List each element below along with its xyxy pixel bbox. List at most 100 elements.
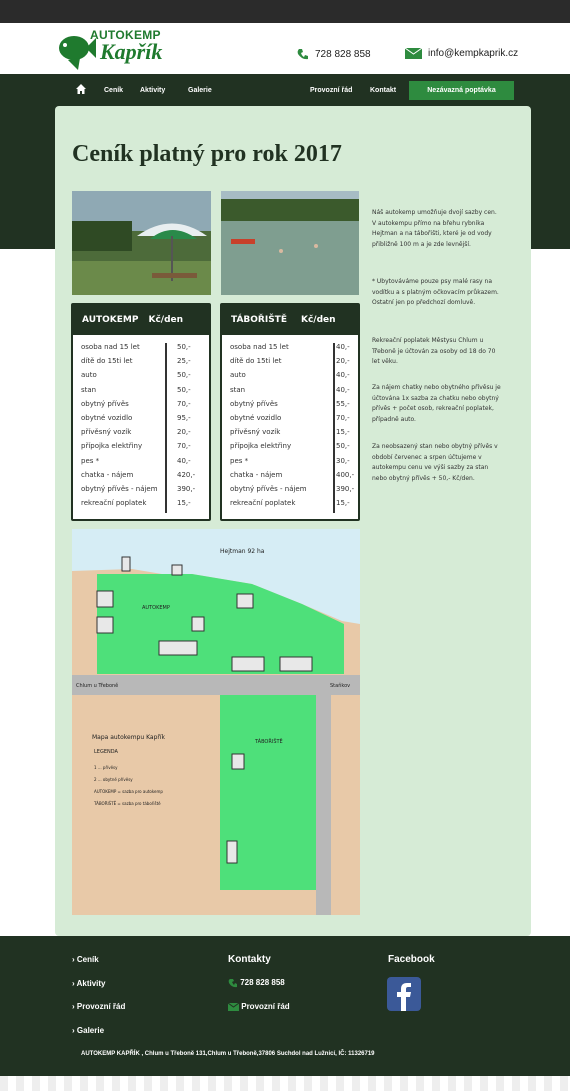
footer-link-galerie[interactable]: › Galerie xyxy=(72,1026,104,1035)
envelope-icon xyxy=(227,1002,240,1011)
price-row: dítě do 15ti let 20,- xyxy=(230,357,352,371)
bottom-strip xyxy=(0,1076,570,1091)
price-item-value: 50,- xyxy=(177,371,191,380)
price-row: přívěsný vozík 20,- xyxy=(81,428,203,442)
footer-phone-text: 728 828 858 xyxy=(240,978,285,988)
price-row: obytný přívěs - nájem 390,- xyxy=(81,485,203,499)
price-item-label: stan xyxy=(81,385,97,394)
price-item-label: chatka - nájem xyxy=(81,470,134,479)
price-item-label: přívěsný vozík xyxy=(230,428,281,437)
price-row: obytný přívěs 55,- xyxy=(230,400,352,414)
page-title: Ceník platný pro rok 2017 xyxy=(72,141,342,167)
header-phone[interactable]: 728 828 858 xyxy=(296,48,371,61)
nav-galerie[interactable]: Galerie xyxy=(188,87,212,94)
map-legend-line: 2 ... obytné přívěsy xyxy=(94,777,133,782)
price-item-value: 50,- xyxy=(336,442,350,451)
price-item-value: 15,- xyxy=(177,499,191,508)
price-table-taboriste-header: TÁBOŘIŠTĚ Kč/den xyxy=(222,305,358,335)
price-item-label: stan xyxy=(230,385,246,394)
footer-facebook-title: Facebook xyxy=(388,954,435,965)
footer-link-aktivity[interactable]: › Aktivity xyxy=(72,979,106,988)
price-item-label: obytné vozidlo xyxy=(81,413,133,422)
footer-rules-link[interactable]: Provozní řád xyxy=(227,1002,290,1011)
map-lake-label: Hejtman 92 ha xyxy=(220,548,265,555)
inquiry-button[interactable]: Nezávazná poptávka xyxy=(409,81,514,100)
autokemp-rows: osoba nad 15 let 50,- dítě do 15ti let 25,-… xyxy=(81,343,203,513)
info-paragraph: * Ubytováváme pouze psy malé rasy na vod… xyxy=(372,278,499,306)
logo-text-kaprik: Kapřík xyxy=(100,39,163,64)
footer-link-label: Provozní řád xyxy=(76,1002,126,1011)
map-legend-line: 1 ... přívěsy xyxy=(94,765,118,770)
price-item-label: auto xyxy=(81,371,97,380)
price-row: přívěsný vozík 15,- xyxy=(230,428,352,442)
info-paragraph: Náš autokemp umožňuje dvojí sazby cen. V… xyxy=(372,209,497,248)
browser-top-bar xyxy=(0,0,570,23)
header-email[interactable]: info@kempkaprik.cz xyxy=(405,48,518,59)
price-item-value: 95,- xyxy=(177,413,191,422)
price-item-label: obytný přívěs - nájem xyxy=(81,484,158,493)
price-item-label: rekreační poplatek xyxy=(230,499,296,508)
map-taboriste-label: TÁBOŘIŠTĚ xyxy=(255,739,283,745)
info-paragraph: Za neobsazený stan nebo obytný přívěs v … xyxy=(372,443,498,482)
price-item-value: 20,- xyxy=(336,357,350,366)
phone-icon xyxy=(297,49,308,60)
price-item-value: 25,- xyxy=(177,357,191,366)
price-item-label: osoba nad 15 let xyxy=(81,343,140,351)
nav-kontakt[interactable]: Kontakt xyxy=(370,87,396,94)
envelope-icon xyxy=(405,48,422,59)
map-legend-line: TÁBOŘIŠTĚ = sazba pro tábořiště xyxy=(94,801,161,806)
price-row: chatka - nájem 420,- xyxy=(81,471,203,485)
price-item-label: rekreační poplatek xyxy=(81,499,147,508)
facebook-icon[interactable] xyxy=(387,977,421,1011)
logo[interactable]: AUTOKEMP Kapřík xyxy=(56,28,168,71)
footer-link-provozni-rad[interactable]: › Provozní řád xyxy=(72,1002,125,1011)
price-item-value: 40,- xyxy=(336,371,350,380)
price-item-value: 70,- xyxy=(177,442,191,451)
taboriste-rows: osoba nad 15 let 40,- dítě do 15ti let 20,-… xyxy=(230,343,355,513)
price-item-value: 420,- xyxy=(177,470,196,479)
camp-map: Hejtman 92 ha AUTOKEMP TÁBOŘIŠTĚ Chlum u… xyxy=(72,529,360,915)
nav-provozni-rad[interactable]: Provozní řád xyxy=(310,87,352,94)
nav-aktivity[interactable]: Aktivity xyxy=(140,87,165,94)
footer-link-label: Ceník xyxy=(76,955,99,964)
taboriste-header-label: TÁBOŘIŠTĚ xyxy=(231,315,287,325)
price-row: dítě do 15ti let 25,- xyxy=(81,357,203,371)
price-item-label: přípojka elektřiny xyxy=(81,442,143,451)
price-row: auto 40,- xyxy=(230,371,352,385)
footer-phone[interactable]: 728 828 858 xyxy=(228,978,285,988)
nav-cenik[interactable]: Ceník xyxy=(104,87,123,94)
map-road-left: Chlum u Třeboně xyxy=(76,683,119,689)
home-icon[interactable] xyxy=(76,84,86,94)
taboriste-currency-label: Kč/den xyxy=(300,315,336,325)
phone-icon xyxy=(228,979,237,988)
price-row: stan 40,- xyxy=(230,386,352,400)
photo-camp-umbrella xyxy=(72,191,211,295)
autokemp-currency-label: Kč/den xyxy=(148,315,184,325)
price-row: osoba nad 15 let 40,- xyxy=(230,343,352,357)
price-row: chatka - nájem 400,- xyxy=(230,470,355,485)
price-item-label: obytné vozidlo xyxy=(230,413,282,422)
info-paragraph: Za nájem chatky nebo obytného přívěsu je… xyxy=(372,384,501,423)
map-autokemp-label: AUTOKEMP xyxy=(142,605,170,611)
price-item-value: 70,- xyxy=(336,413,350,422)
info-paragraph: Rekreační poplatek Městysu Chlum u Třebo… xyxy=(372,337,496,365)
price-item-value: 30,- xyxy=(336,456,350,465)
price-row: přípojka elektřiny 70,- xyxy=(81,442,203,456)
price-table-taboriste: TÁBOŘIŠTĚ Kč/den osoba nad 15 let 40,- dít… xyxy=(220,303,360,521)
price-item-value: 70,- xyxy=(177,399,191,408)
price-row: obytný přívěs - nájem 390,- xyxy=(230,484,354,499)
footer-link-cenik[interactable]: › Ceník xyxy=(72,955,99,964)
price-item-value: 400,- xyxy=(336,470,355,479)
price-row: auto 50,- xyxy=(81,371,203,385)
price-table-autokemp: AUTOKEMP Kč/den osoba nad 15 let 50,- dítě… xyxy=(71,303,211,521)
price-row: obytné vozidlo 95,- xyxy=(81,414,203,428)
price-row: obytný přívěs 70,- xyxy=(81,400,203,414)
footer-copyright: AUTOKEMP KAPŘÍK , Chlum u Třeboně 131,Ch… xyxy=(81,1051,375,1057)
price-item-label: dítě do 15ti let xyxy=(81,357,133,366)
price-row: stan 50,- xyxy=(81,386,203,400)
footer-contacts-title: Kontakty xyxy=(228,954,271,965)
map-road-right: Staňkov xyxy=(330,683,351,689)
price-item-label: obytný přívěs - nájem xyxy=(230,484,307,493)
footer-link-label: Aktivity xyxy=(76,979,106,988)
price-row: přípojka elektřiny 50,- xyxy=(230,442,352,456)
